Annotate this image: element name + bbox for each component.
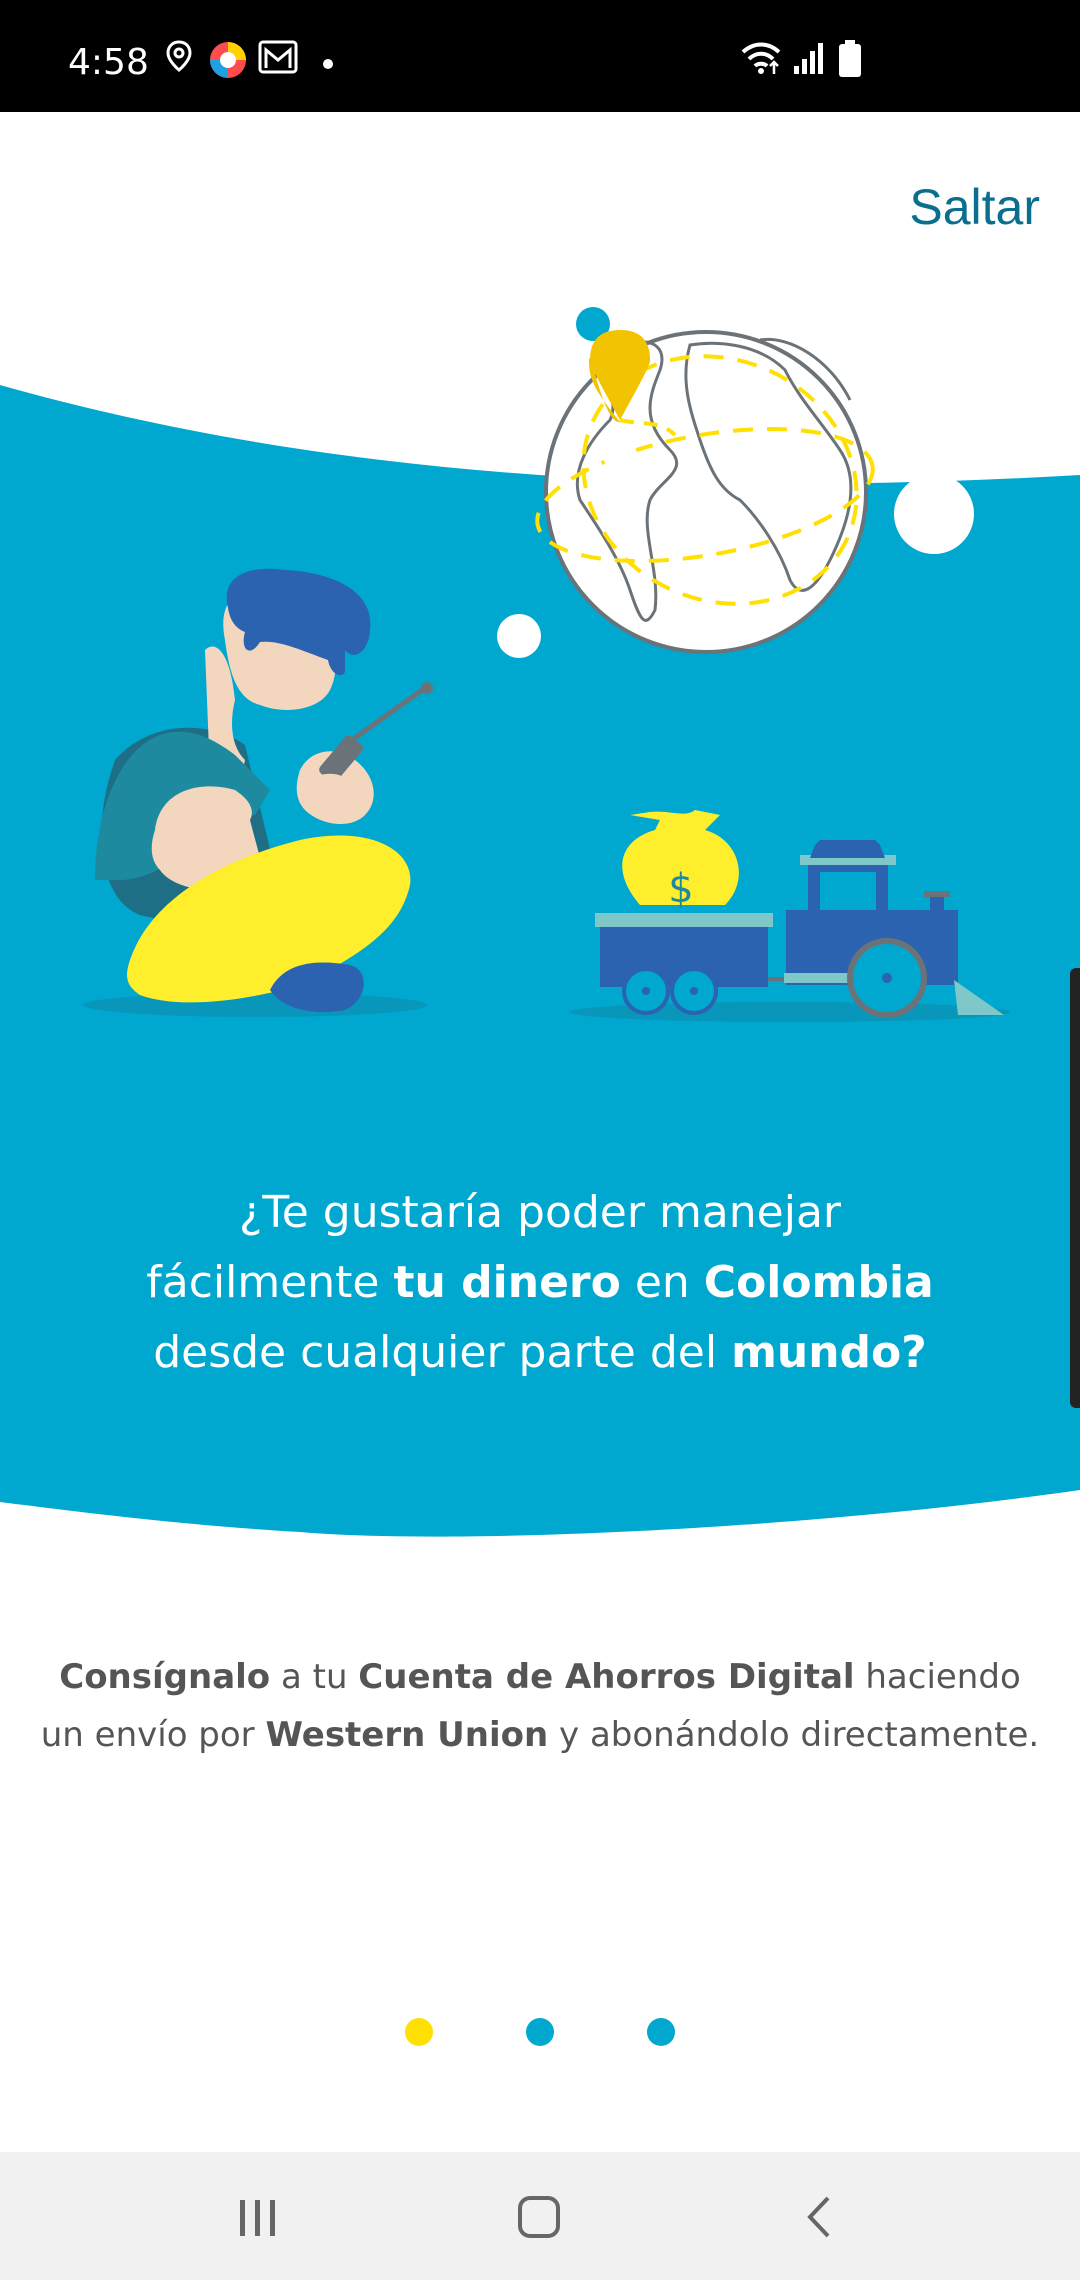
onboarding-illustration: $ (0, 307, 1080, 1537)
edge-panel-handle[interactable] (1070, 968, 1080, 1408)
description-line-2: un envío por Western Union y abonándolo … (40, 1715, 1040, 1755)
onboarding-headline: ¿Te gustaría poder manejar fácilmente tu… (0, 1178, 1080, 1388)
wifi-icon (741, 42, 781, 74)
recent-apps-icon[interactable] (218, 2186, 298, 2246)
browser-app-icon (210, 42, 246, 78)
svg-text:$: $ (668, 866, 693, 912)
home-icon[interactable] (500, 2186, 580, 2246)
signal-icon (794, 43, 823, 74)
location-pin-icon (166, 40, 192, 72)
headline-line-2: fácilmente tu dinero en Colombia (146, 1257, 934, 1308)
navigation-bar (0, 2152, 1080, 2280)
back-icon[interactable] (780, 2186, 860, 2246)
description-line-1: Consígnalo a tu Cuenta de Ahorros Digita… (59, 1657, 1021, 1697)
notification-dot-icon (323, 59, 333, 69)
headline-line-3: desde cualquier parte del mundo? (153, 1327, 927, 1378)
status-time: 4:58 (68, 42, 149, 83)
headline-line-1: ¿Te gustaría poder manejar (238, 1187, 841, 1238)
skip-button[interactable]: Saltar (909, 178, 1040, 236)
battery-icon (839, 40, 861, 77)
page-indicator (0, 2018, 1080, 2048)
page-dot-2[interactable] (526, 2018, 554, 2046)
status-bar: 4:58 (0, 0, 1080, 112)
page-dot-3[interactable] (647, 2018, 675, 2046)
page-dot-1[interactable] (405, 2018, 433, 2046)
gmail-icon (258, 40, 298, 74)
onboarding-description: Consígnalo a tu Cuenta de Ahorros Digita… (0, 1648, 1080, 1764)
